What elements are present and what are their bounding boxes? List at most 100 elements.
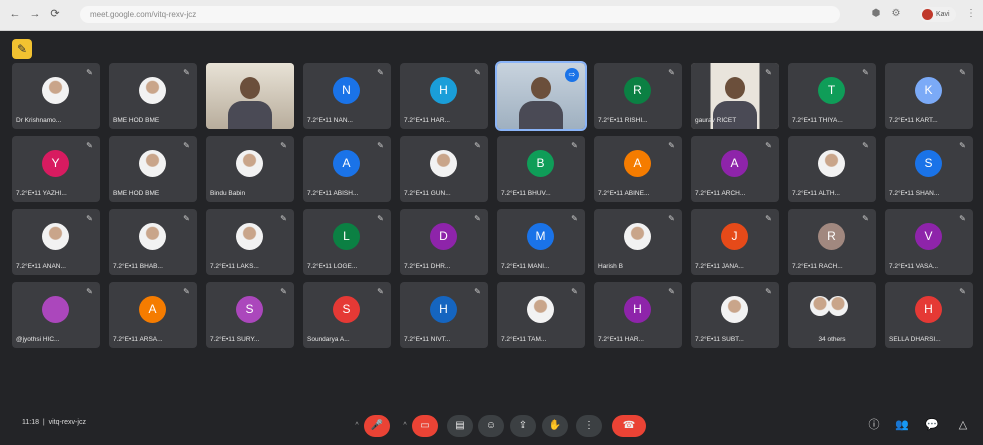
participant-tile[interactable]: ⇨	[495, 61, 587, 131]
activities-icon[interactable]: △	[955, 417, 971, 433]
participant-tile[interactable]: ✎ 7.2°E•11 BHAB...	[109, 209, 197, 275]
avatar: V	[915, 223, 942, 250]
participant-tile[interactable]: N ✎ 7.2°E•11 NAN...	[303, 63, 391, 129]
avatar: A	[333, 150, 360, 177]
raise-hand-icon[interactable]: ✋	[542, 415, 568, 437]
present-icon[interactable]: ⇪	[510, 415, 536, 437]
extension-icon[interactable]: ⬢	[870, 8, 882, 20]
participant-name: 7.2°E•11 YAZHI...	[16, 190, 67, 197]
participant-tile[interactable]: K ✎ 7.2°E•11 KART...	[885, 63, 973, 129]
mic-muted-icon: ✎	[668, 68, 675, 77]
avatar: S	[333, 296, 360, 323]
participant-name: 7.2°E•11 NIVT...	[404, 336, 451, 343]
info-icon[interactable]: ⓘ	[866, 417, 882, 433]
participant-tile[interactable]: ✎ 7.2°E•11 LAKS...	[206, 209, 294, 275]
avatar: L	[333, 223, 360, 250]
mic-muted-icon: ✎	[280, 287, 287, 296]
participant-tile[interactable]: A ✎ 7.2°E•11 ABISH...	[303, 136, 391, 202]
browser-toolbar: ← → ⟳ meet.google.com/vitq-rexv-jcz ⬢ ⚙ …	[0, 0, 983, 31]
participant-tile[interactable]: ✎ 7.2°E•11 ANAN...	[12, 209, 100, 275]
mic-muted-icon: ✎	[765, 141, 772, 150]
participant-tile[interactable]: ✎ BME HOD BME	[109, 136, 197, 202]
camera-off-icon[interactable]: ▭	[412, 415, 438, 437]
chat-icon[interactable]: 💬	[924, 417, 940, 433]
mic-muted-icon: ✎	[765, 287, 772, 296]
avatar: A	[721, 150, 748, 177]
back-icon[interactable]: ←	[8, 7, 22, 21]
mic-muted-icon: ✎	[959, 214, 966, 223]
avatar: A	[624, 150, 651, 177]
avatar: H	[430, 296, 457, 323]
avatar	[922, 8, 933, 20]
participant-name: 7.2°E•11 TAM...	[501, 336, 547, 343]
camera-options-icon[interactable]: ^	[400, 415, 410, 437]
avatar: D	[430, 223, 457, 250]
mic-muted-icon: ✎	[86, 214, 93, 223]
mic-options-icon[interactable]: ^	[352, 415, 362, 437]
participant-tile[interactable]: R ✎ 7.2°E•11 RACH...	[788, 209, 876, 275]
captions-icon[interactable]: ▤	[447, 415, 473, 437]
participant-tile[interactable]: V ✎ 7.2°E•11 VASA...	[885, 209, 973, 275]
profile-chip[interactable]: Kavi	[920, 7, 956, 22]
participant-video-figure	[240, 77, 260, 99]
participant-tile[interactable]: T ✎ 7.2°E•11 THIYA...	[788, 63, 876, 129]
menu-icon[interactable]: ⋮	[965, 8, 977, 20]
participant-tile[interactable]: R ✎ 7.2°E•11 RISHI...	[594, 63, 682, 129]
participant-video-body	[228, 101, 272, 129]
participant-tile[interactable]: ✎ @jyothsi HIC...	[12, 282, 100, 348]
speaking-indicator-icon: ⇨	[565, 68, 579, 82]
participant-video-figure	[725, 77, 745, 99]
more-icon[interactable]: ⋮	[576, 415, 602, 437]
mic-muted-icon: ✎	[571, 141, 578, 150]
participant-tile[interactable]: H ✎ 7.2°E•11 HAR...	[594, 282, 682, 348]
participant-tile[interactable]: ✎ gaurav RICET	[691, 63, 779, 129]
mic-muted-icon: ✎	[862, 214, 869, 223]
participant-tile[interactable]: H ✎ SELLA DHARSI...	[885, 282, 973, 348]
participant-tile[interactable]: S ✎ 7.2°E•11 SHAN...	[885, 136, 973, 202]
mic-off-icon[interactable]: 🎤	[364, 415, 390, 437]
emoji-icon[interactable]: ☺	[478, 415, 504, 437]
people-icon[interactable]: 👥	[894, 417, 910, 433]
participant-tile[interactable]: ✎ Dr Krishnamo...	[12, 63, 100, 129]
participant-name: 7.2°E•11 JANA...	[695, 263, 744, 270]
participant-tile[interactable]: S ✎ Soundarya A...	[303, 282, 391, 348]
participant-tile[interactable]: Y ✎ 7.2°E•11 YAZHI...	[12, 136, 100, 202]
participant-name: 7.2°E•11 HAR...	[598, 336, 644, 343]
reload-icon[interactable]: ⟳	[48, 7, 62, 21]
video-feed	[206, 63, 294, 129]
participant-tile[interactable]: ✎ Bindu Babin	[206, 136, 294, 202]
participant-tile[interactable]: 34 others	[788, 282, 876, 348]
participant-tile[interactable]: ✎ 7.2°E•11 ALTH...	[788, 136, 876, 202]
participant-name: Dr Krishnamo...	[16, 117, 62, 124]
avatar: R	[818, 223, 845, 250]
end-call-icon[interactable]: ☎	[612, 415, 646, 437]
participant-name: 7.2°E•11 SHAN...	[889, 190, 940, 197]
participant-tile[interactable]: ✎ 7.2°E•11 TAM...	[497, 282, 585, 348]
address-bar[interactable]: meet.google.com/vitq-rexv-jcz	[80, 6, 840, 23]
participant-tile[interactable]: D ✎ 7.2°E•11 DHR...	[400, 209, 488, 275]
participant-tile[interactable]: H ✎ 7.2°E•11 HAR...	[400, 63, 488, 129]
participant-name: Harish B	[598, 263, 623, 270]
forward-icon[interactable]: →	[28, 7, 42, 21]
participant-tile[interactable]: A ✎ 7.2°E•11 ARSA...	[109, 282, 197, 348]
participant-tile[interactable]: L ✎ 7.2°E•11 LOGE...	[303, 209, 391, 275]
participant-tile[interactable]: B ✎ 7.2°E•11 BHUV...	[497, 136, 585, 202]
participant-tile[interactable]: ✎ BME HOD BME	[109, 63, 197, 129]
participant-tile[interactable]: A ✎ 7.2°E•11 ARCH...	[691, 136, 779, 202]
mic-muted-icon: ✎	[86, 68, 93, 77]
participant-tile[interactable]	[206, 63, 294, 129]
notes-icon[interactable]: ✎	[12, 39, 32, 59]
participant-tile[interactable]: H ✎ 7.2°E•11 NIVT...	[400, 282, 488, 348]
participant-tile[interactable]: J ✎ 7.2°E•11 JANA...	[691, 209, 779, 275]
participant-tile[interactable]: M ✎ 7.2°E•11 MANI...	[497, 209, 585, 275]
avatar	[139, 223, 166, 250]
mic-muted-icon: ✎	[765, 214, 772, 223]
participant-tile[interactable]: S ✎ 7.2°E•11 SURY...	[206, 282, 294, 348]
participant-tile[interactable]: A ✎ 7.2°E•11 ABINE...	[594, 136, 682, 202]
participant-tile[interactable]: ✎ 7.2°E•11 SUBT...	[691, 282, 779, 348]
mic-muted-icon: ✎	[86, 141, 93, 150]
participant-tile[interactable]: ✎ Harish B	[594, 209, 682, 275]
mic-muted-icon: ✎	[474, 141, 481, 150]
settings-icon[interactable]: ⚙	[890, 8, 902, 20]
participant-tile[interactable]: ✎ 7.2°E•11 GUN...	[400, 136, 488, 202]
